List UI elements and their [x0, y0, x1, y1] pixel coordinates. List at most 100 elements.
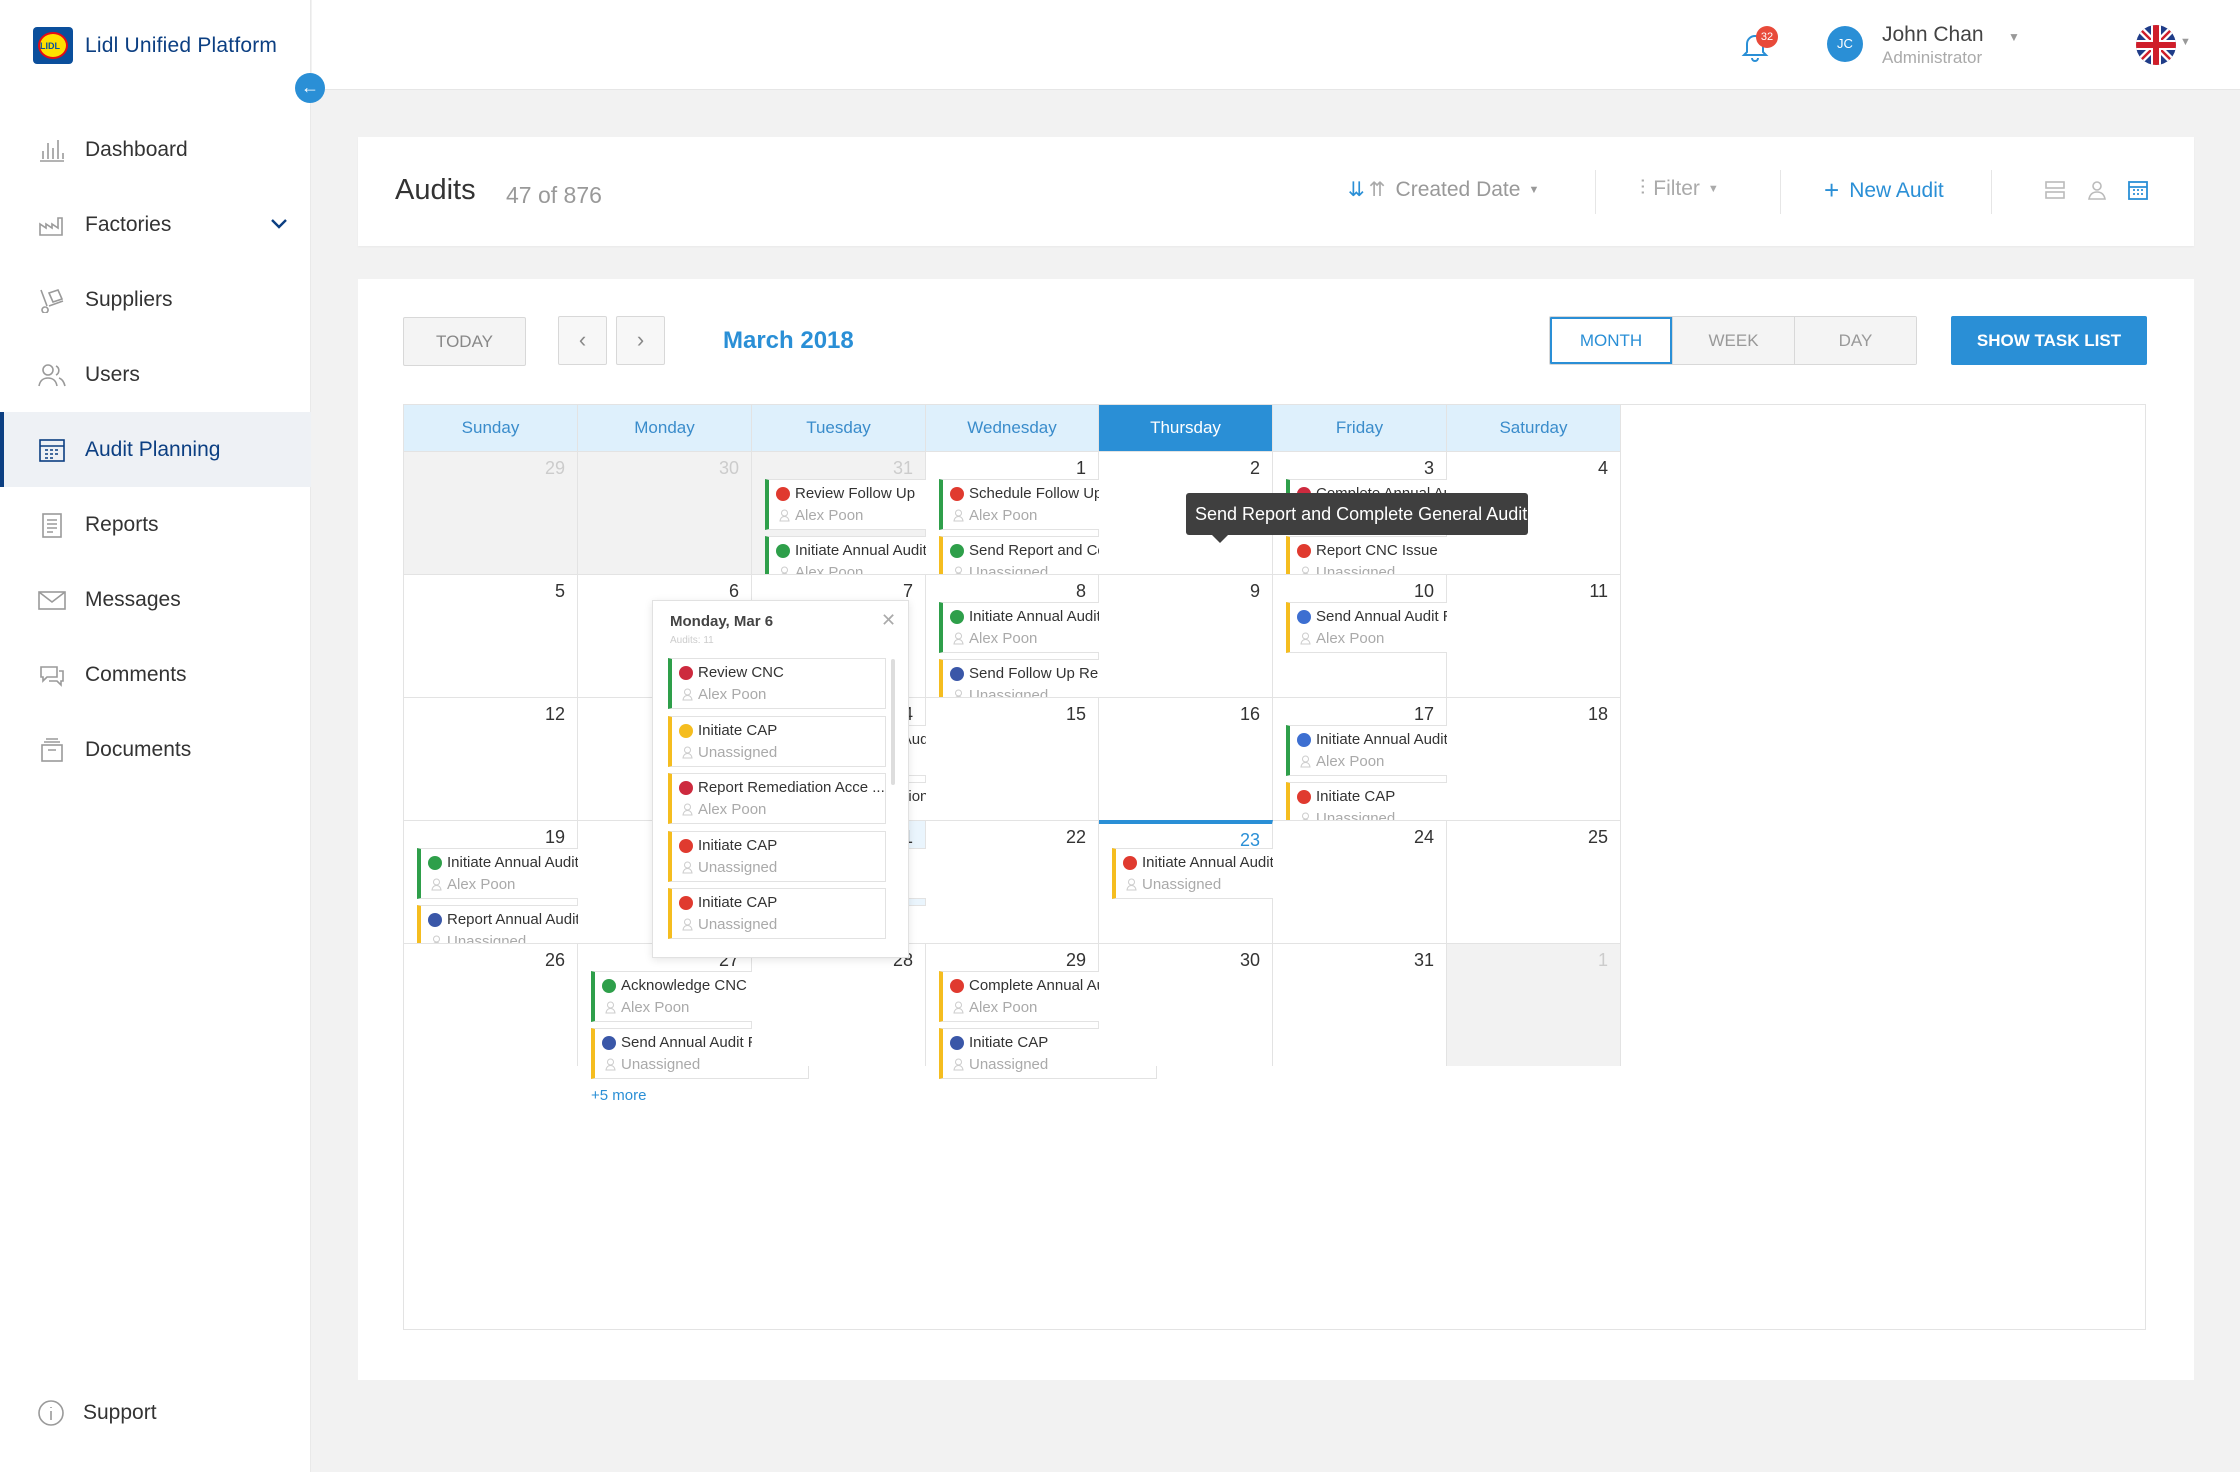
view-switcher: MONTH WEEK DAY — [1549, 316, 1917, 365]
day-number: 25 — [1587, 827, 1608, 847]
scrollbar[interactable] — [891, 659, 895, 785]
person-icon — [953, 632, 964, 645]
audit-event[interactable]: Report Remediation Acce ... Alex Poon — [668, 773, 886, 824]
sidebar-item-comments[interactable]: Comments — [0, 637, 311, 712]
event-assignee: Alex Poon — [969, 999, 1038, 1016]
person-view-icon[interactable] — [2086, 179, 2108, 201]
person-icon — [1300, 632, 1311, 645]
sidebar-item-audit-planning[interactable]: Audit Planning — [0, 412, 311, 487]
next-month-button[interactable]: › — [616, 316, 665, 365]
sidebar-item-support[interactable]: Support — [37, 1399, 157, 1427]
country-flag-icon — [776, 487, 790, 501]
sidebar-item-suppliers[interactable]: Suppliers — [0, 262, 311, 337]
day-cell[interactable]: 16 — [1099, 697, 1273, 820]
audit-event[interactable]: Initiate CAP Unassigned — [668, 715, 886, 767]
country-flag-icon — [1297, 733, 1311, 747]
day-cell[interactable]: 31 Review Follow Up Alex Poon Initiate Annu… — [752, 451, 983, 612]
person-icon — [431, 878, 442, 891]
today-button[interactable]: TODAY — [403, 317, 526, 366]
collapse-sidebar-button[interactable]: ← — [295, 73, 325, 103]
day-view-button[interactable]: DAY — [1794, 317, 1916, 364]
sort-control[interactable]: ⇊ ⇈ Created Date ▼ — [1348, 177, 1539, 202]
sidebar-item-dashboard[interactable]: Dashboard — [0, 112, 311, 187]
day-cell[interactable]: 10 Send Annual Audit Rep... Alex Poon — [1273, 574, 1504, 697]
page-title: Audits — [395, 174, 476, 206]
audit-event[interactable]: Initiate CAP Unassigned — [668, 830, 886, 882]
sidebar-item-reports[interactable]: Reports — [0, 487, 311, 562]
factory-icon — [39, 216, 63, 236]
prev-month-button[interactable]: ‹ — [558, 316, 607, 365]
day-cell[interactable]: 18 — [1447, 697, 1621, 820]
day-cell[interactable]: 15 — [926, 697, 1099, 820]
more-events-link[interactable]: +5 more — [591, 1087, 646, 1104]
weekday-header: Monday — [578, 405, 752, 451]
close-icon[interactable]: ✕ — [881, 610, 896, 631]
day-cell[interactable]: 26 — [404, 943, 578, 1066]
day-cell[interactable]: 28 — [752, 943, 926, 1066]
result-count: 47 of 876 — [506, 182, 602, 208]
day-cell[interactable]: 22 — [926, 820, 1099, 943]
event-assignee: Unassigned — [1142, 876, 1222, 893]
day-cell[interactable]: 29 — [404, 451, 578, 574]
event-assignee: Unassigned — [969, 1056, 1049, 1073]
day-popover: Monday, Mar 6 Audits: 11 ✕ Review CNC Ale… — [652, 600, 909, 958]
app-title: Lidl Unified Platform — [85, 33, 278, 57]
weekday-header: Friday — [1273, 405, 1447, 451]
day-cell[interactable]: 12 — [404, 697, 578, 820]
event-assignee: Alex Poon — [969, 507, 1038, 524]
day-cell[interactable]: 25 — [1447, 820, 1621, 943]
chevron-down-icon[interactable] — [270, 217, 288, 231]
person-icon — [682, 918, 693, 931]
day-cell[interactable]: 1 Schedule Follow Up Alex Poon Send Report … — [926, 451, 1157, 612]
day-number: 10 — [1413, 581, 1434, 601]
day-cell[interactable]: 11 — [1447, 574, 1621, 697]
day-cell[interactable]: 17 Initiate Annual Audit Alex Poon Initiate… — [1273, 697, 1504, 858]
day-cell[interactable]: 8 Initiate Annual Audit Alex Poon Send Foll… — [926, 574, 1157, 710]
sort-ascending-icon[interactable]: ⇈ — [1369, 177, 1386, 202]
avatar[interactable]: JC — [1827, 26, 1863, 62]
sidebar-item-users[interactable]: Users — [0, 337, 311, 412]
new-audit-button[interactable]: + New Audit — [1824, 175, 1944, 206]
weekday-header: Wednesday — [926, 405, 1099, 451]
sort-descending-icon[interactable]: ⇊ — [1348, 177, 1365, 202]
filter-control[interactable]: ⫶ Filter ▼ — [1640, 177, 1719, 201]
uk-flag-icon[interactable] — [2136, 25, 2176, 65]
filter-label: Filter — [1653, 177, 1700, 200]
day-cell[interactable]: 24 — [1273, 820, 1447, 943]
country-flag-icon — [950, 610, 964, 624]
month-view-button[interactable]: MONTH — [1550, 317, 1672, 364]
weekday-header: Thursday — [1099, 405, 1273, 451]
day-cell[interactable]: 23 Initiate Annual Audit Unassigned — [1099, 820, 1330, 943]
day-cell[interactable]: 30 — [1099, 943, 1273, 1066]
sort-label: Created Date — [1395, 177, 1521, 201]
show-task-list-button[interactable]: SHOW TASK LIST — [1951, 316, 2147, 365]
day-cell[interactable]: 9 — [1099, 574, 1273, 697]
day-cell[interactable]: 31 — [1273, 943, 1447, 1066]
day-cell[interactable]: 5 — [404, 574, 578, 697]
day-cell[interactable]: 30 — [578, 451, 752, 574]
user-name[interactable]: John Chan — [1882, 23, 1984, 47]
event-title: Initiate CAP — [698, 721, 778, 739]
sidebar-item-documents[interactable]: Documents — [0, 712, 311, 787]
day-cell[interactable]: 1 — [1447, 943, 1621, 1066]
day-cell[interactable]: 27 Acknowledge CNC Alex Poon Send Annual Au… — [578, 943, 809, 1104]
sidebar-item-messages[interactable]: Messages — [0, 562, 311, 637]
documents-icon — [41, 737, 63, 762]
sidebar-item-factories[interactable]: Factories — [0, 187, 311, 262]
day-number: 6 — [728, 581, 739, 601]
weekday-header: Tuesday — [752, 405, 926, 451]
day-number: 31 — [1413, 950, 1434, 970]
lidl-logo-icon: LIDL — [33, 27, 73, 64]
day-cell[interactable]: 29 Complete Annual Audit Alex Poon Initiate… — [926, 943, 1157, 1079]
caret-down-icon[interactable]: ▼ — [2180, 36, 2191, 48]
week-view-button[interactable]: WEEK — [1672, 317, 1794, 364]
audit-event[interactable]: Review CNC Alex Poon — [668, 658, 886, 709]
country-flag-icon — [602, 979, 616, 993]
list-view-icon[interactable] — [2044, 179, 2066, 201]
caret-down-icon[interactable]: ▼ — [2008, 30, 2020, 44]
calendar-view-icon[interactable] — [2127, 179, 2149, 201]
day-cell[interactable]: 19 Initiate Annual Audit Alex Poon Report A… — [404, 820, 635, 956]
event-assignee: Unassigned — [698, 743, 778, 761]
app-logo[interactable]: LIDL Lidl Unified Platform — [33, 27, 277, 64]
audit-event[interactable]: Initiate CAP Unassigned — [668, 888, 886, 939]
